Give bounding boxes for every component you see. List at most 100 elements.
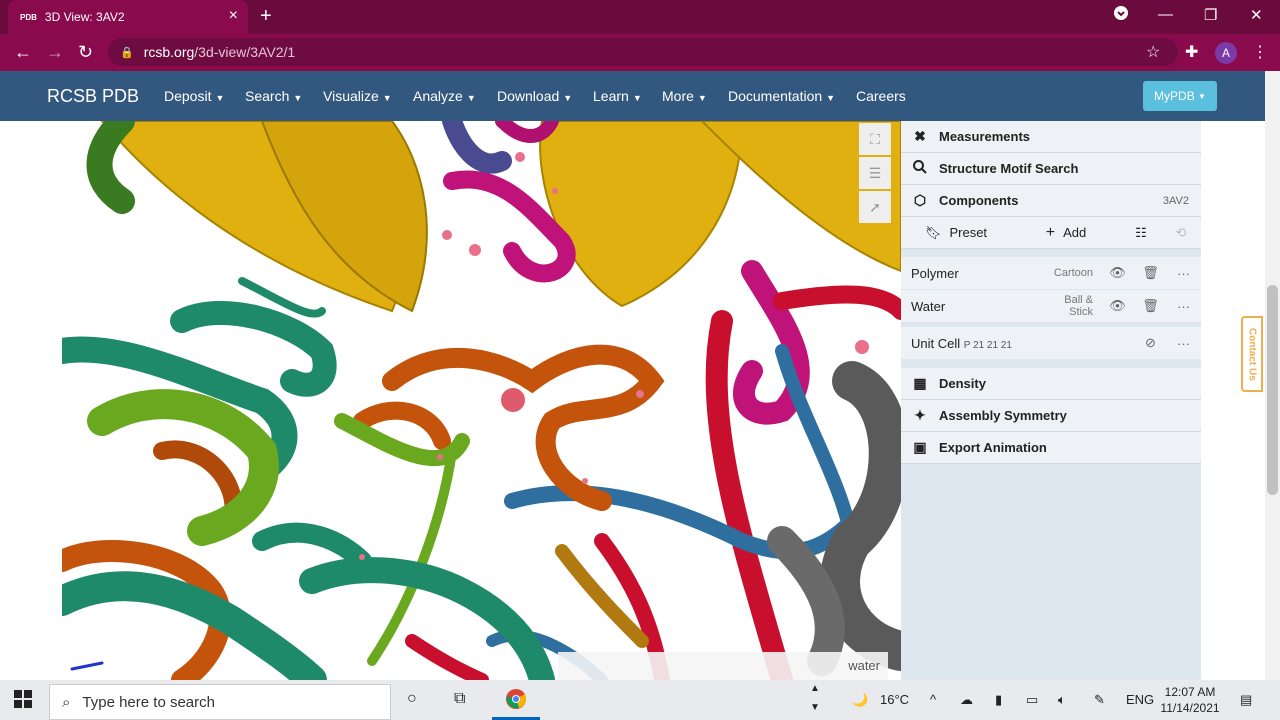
minimize-icon[interactable]: — (1158, 6, 1173, 23)
component-options-sliders-icon[interactable]: ☷ (1121, 225, 1161, 241)
nav-label: Documentation (728, 88, 823, 104)
components-section[interactable]: ⬡ Components 3AV2 (901, 185, 1201, 217)
new-tab-icon[interactable]: + (260, 6, 272, 26)
nav-analyze[interactable]: Analyze ▼ (413, 88, 476, 104)
extensions-icon[interactable]: ✚ (1185, 42, 1198, 62)
tab-search-icon[interactable] (1114, 6, 1128, 24)
selection-mode-icon[interactable]: ➚ (859, 191, 891, 223)
molecule-3d-viewer[interactable] (62, 121, 901, 680)
visibility-eye-icon[interactable]: 👁︎ (1101, 265, 1134, 281)
scroll-down-icon[interactable]: ▼ (810, 702, 820, 713)
more-options-icon[interactable]: ··· (1167, 266, 1200, 281)
components-entry-id: 3AV2 (1162, 194, 1189, 207)
components-label: Components (939, 193, 1019, 208)
component-row-polymer[interactable]: Polymer Cartoon 👁︎ 🗑︎ ··· (901, 257, 1201, 290)
nav-careers[interactable]: Careers (856, 88, 906, 104)
more-options-icon[interactable]: ··· (1167, 299, 1200, 314)
visibility-eye-icon[interactable]: 👁︎ (1101, 298, 1134, 314)
component-representation[interactable]: Cartoon (1041, 267, 1101, 279)
nav-documentation[interactable]: Documentation ▼ (728, 88, 835, 104)
nav-more[interactable]: More ▼ (662, 88, 707, 104)
mypdb-button[interactable]: MyPDB ▼ (1143, 81, 1217, 111)
nav-download[interactable]: Download ▼ (497, 88, 572, 104)
visibility-hidden-eye-icon[interactable]: ⊘ (1134, 335, 1167, 351)
cube-icon: ⬡ (913, 192, 927, 208)
ruler-icon: ✖ (914, 128, 926, 144)
site-navbar: RCSB PDB Deposit ▼ Search ▼ Visualize ▼ Ana… (0, 71, 1265, 121)
more-options-icon[interactable]: ··· (1167, 336, 1200, 351)
battery-icon[interactable]: ▭ (1026, 692, 1038, 708)
back-icon[interactable]: ← (14, 42, 32, 62)
settings-sliders-icon[interactable]: ☰ (859, 157, 891, 189)
component-representation[interactable]: Ball & Stick (1041, 294, 1101, 318)
spacer (901, 249, 1201, 257)
structure-motif-search-section[interactable]: Structure Motif Search (901, 153, 1201, 185)
restore-icon[interactable]: ❐ (1204, 6, 1217, 24)
chrome-taskbar-icon[interactable] (492, 680, 540, 720)
nav-learn[interactable]: Learn ▼ (593, 88, 642, 104)
trash-icon[interactable]: 🗑︎ (1134, 298, 1167, 314)
measurements-label: Measurements (939, 129, 1031, 144)
trash-icon[interactable]: 🗑︎ (1134, 265, 1167, 281)
page-left-margin (0, 121, 62, 680)
pen-icon[interactable]: ✎ (1094, 692, 1105, 708)
nav-search[interactable]: Search ▼ (245, 88, 302, 104)
weather-moon-icon[interactable]: 🌙 (852, 692, 868, 708)
hover-info-label: water (558, 652, 888, 680)
browser-menu-icon[interactable]: ⋮ (1252, 42, 1268, 62)
bookmark-star-icon[interactable]: ☆ (1146, 42, 1160, 62)
contact-us-tab[interactable]: Contact Us (1241, 316, 1263, 392)
undo-history-icon[interactable]: ⟲ (1161, 225, 1201, 241)
site-brand[interactable]: RCSB PDB (47, 86, 139, 107)
browser-tab-active[interactable]: PDB 3D View: 3AV2 × (8, 0, 248, 34)
close-tab-icon[interactable]: × (229, 8, 238, 24)
measurements-section[interactable]: ✖ Measurements (901, 121, 1201, 153)
notifications-icon[interactable]: ▤ (1240, 692, 1252, 708)
address-bar[interactable]: 🔒 rcsb.org/3d-view/3AV2/1 (108, 38, 1178, 66)
close-window-icon[interactable]: ✕ (1250, 6, 1263, 24)
caret-down-icon: ▼ (215, 93, 225, 103)
show-hidden-icons-icon[interactable]: ^ (930, 692, 936, 707)
components-actions: 🔖︎ Preset + Add ☷ ⟲ (901, 217, 1201, 249)
reload-icon[interactable]: ↻ (78, 42, 93, 62)
temperature[interactable]: 16°C (880, 692, 909, 707)
component-row-unit-cell[interactable]: Unit Cell P 21 21 21 ⊘ ··· (901, 327, 1201, 360)
assembly-symmetry-label: Assembly Symmetry (939, 408, 1067, 423)
cortana-icon[interactable]: ○ (407, 690, 417, 708)
component-name: Water (911, 298, 946, 314)
spacer (901, 360, 1201, 368)
viewer-toolbar: ⛶ ☰ ➚ (859, 123, 891, 225)
page-scrollbar-thumb[interactable] (1267, 285, 1278, 495)
pdb-favicon: PDB (20, 12, 37, 22)
usb-device-icon[interactable]: ▮ (995, 692, 1002, 708)
structure-motif-search-label: Structure Motif Search (939, 161, 1079, 176)
nav-visualize[interactable]: Visualize ▼ (323, 88, 392, 104)
taskbar-clock[interactable]: 12:07 AM 11/14/2021 (1156, 684, 1224, 716)
preset-button[interactable]: 🔖︎ Preset (901, 225, 1011, 241)
plus-icon: + (1045, 223, 1056, 241)
mypdb-label: MyPDB (1154, 89, 1195, 103)
forward-icon[interactable]: → (46, 42, 64, 62)
density-section[interactable]: ▦ Density (901, 368, 1201, 400)
fullscreen-icon[interactable]: ⛶ (859, 123, 891, 155)
profile-avatar[interactable]: A (1215, 42, 1237, 64)
taskbar-search-box[interactable]: ⌕ Type here to search (49, 684, 391, 720)
task-view-icon[interactable]: ⧉ (454, 690, 465, 708)
windows-start-icon[interactable] (14, 690, 32, 713)
protein-structure-render (62, 121, 901, 680)
density-label: Density (939, 376, 986, 391)
export-animation-section[interactable]: ▣ Export Animation (901, 432, 1201, 464)
film-icon: ▣ (913, 439, 927, 455)
export-animation-label: Export Animation (939, 440, 1047, 455)
volume-icon[interactable]: 🔈︎ (1058, 692, 1066, 708)
onedrive-cloud-icon[interactable]: ☁ (960, 692, 973, 708)
assembly-symmetry-section[interactable]: ✦ Assembly Symmetry (901, 400, 1201, 432)
component-row-water[interactable]: Water Ball & Stick 👁︎ 🗑︎ ··· (901, 290, 1201, 323)
unit-cell-name: Unit Cell P 21 21 21 (901, 336, 1134, 351)
nav-deposit[interactable]: Deposit ▼ (164, 88, 224, 104)
language-indicator[interactable]: ENG (1126, 692, 1154, 707)
scroll-up-icon[interactable]: ▲ (810, 683, 820, 694)
nav-label: Analyze (413, 88, 463, 104)
nav-label: Careers (856, 88, 906, 104)
add-component-button[interactable]: + Add (1011, 224, 1121, 242)
